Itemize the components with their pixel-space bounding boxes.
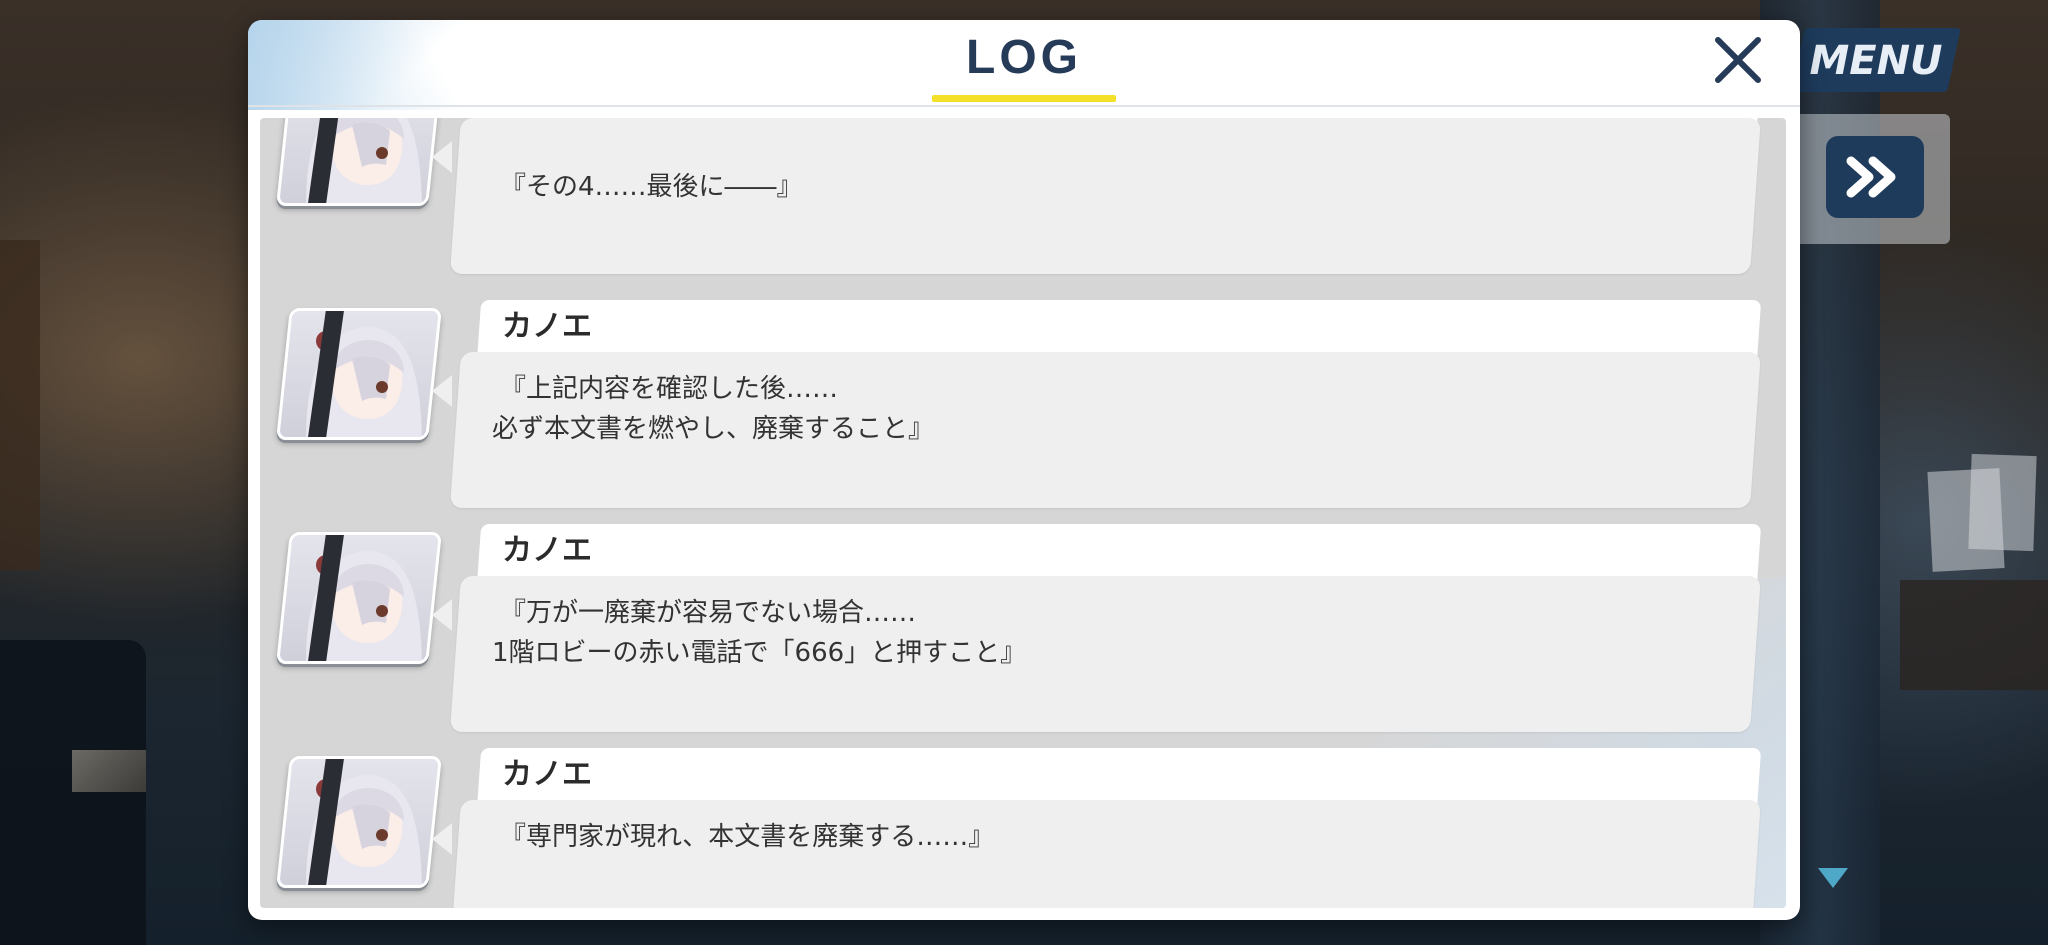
speaker-name: カノエ: [502, 309, 592, 344]
log-entry: カノエ 『万が一廃棄が容易でない場合…… 1階ロビーの赤い電話で「666」と押す…: [260, 524, 1786, 734]
close-button[interactable]: [1708, 30, 1768, 90]
log-entry: カノエ 『専門家が現れ、本文書を廃棄する……』: [260, 748, 1786, 908]
background-papers: [1968, 453, 2037, 552]
speaker-name: カノエ: [502, 533, 592, 568]
bubble-tail: [432, 823, 452, 855]
character-portrait-icon: [304, 535, 422, 661]
character-portrait-icon: [304, 759, 422, 885]
background-shelf: [0, 240, 40, 570]
title-underline: [932, 95, 1116, 102]
character-portrait-icon: [304, 118, 422, 203]
bubble-tail: [432, 599, 452, 631]
dialogue-line: 1階ロビーの赤い電話で「666」と押すこと』: [492, 638, 1027, 668]
speaker-avatar: [276, 532, 442, 664]
log-dialog: LOG 『その4……最後に――』 カノエ 『上記内容を確認した後…… 必ず本文書…: [248, 20, 1800, 920]
speaker-avatar: [276, 308, 442, 440]
speaker-name: カノエ: [502, 757, 592, 792]
close-icon: [1715, 37, 1761, 83]
background-desk: [1900, 580, 2048, 690]
dialogue-line: 『専門家が現れ、本文書を廃棄する……』: [500, 822, 995, 852]
speaker-name-plate: [477, 524, 1762, 584]
speaker-name-plate: [477, 748, 1762, 808]
dialogue-line: 『万が一廃棄が容易でない場合……: [500, 598, 917, 628]
speaker-avatar: [276, 118, 442, 206]
fast-forward-icon: [1846, 156, 1896, 198]
left-side-panel: [0, 640, 146, 945]
scroll-down-indicator-icon[interactable]: [1818, 868, 1848, 888]
left-side-thumbnail: [72, 750, 146, 792]
bubble-tail: [432, 141, 452, 173]
bubble-tail: [432, 375, 452, 407]
dialogue-line: 必ず本文書を燃やし、廃棄すること』: [492, 414, 935, 444]
log-title: LOG: [966, 31, 1082, 84]
log-scroll-area[interactable]: 『その4……最後に――』 カノエ 『上記内容を確認した後…… 必ず本文書を燃やし…: [260, 118, 1786, 908]
menu-button-label[interactable]: MENU: [1806, 36, 1946, 86]
speaker-avatar: [276, 756, 442, 888]
fast-forward-button[interactable]: [1826, 136, 1924, 218]
dialogue-line: 『その4……最後に――』: [500, 172, 803, 202]
log-entry: 『その4……最後に――』: [260, 118, 1786, 276]
character-portrait-icon: [304, 311, 422, 437]
log-entry: カノエ 『上記内容を確認した後…… 必ず本文書を燃やし、廃棄すること』: [260, 300, 1786, 510]
speaker-name-plate: [477, 300, 1762, 360]
log-header: LOG: [248, 20, 1800, 107]
dialogue-line: 『上記内容を確認した後……: [500, 374, 839, 404]
